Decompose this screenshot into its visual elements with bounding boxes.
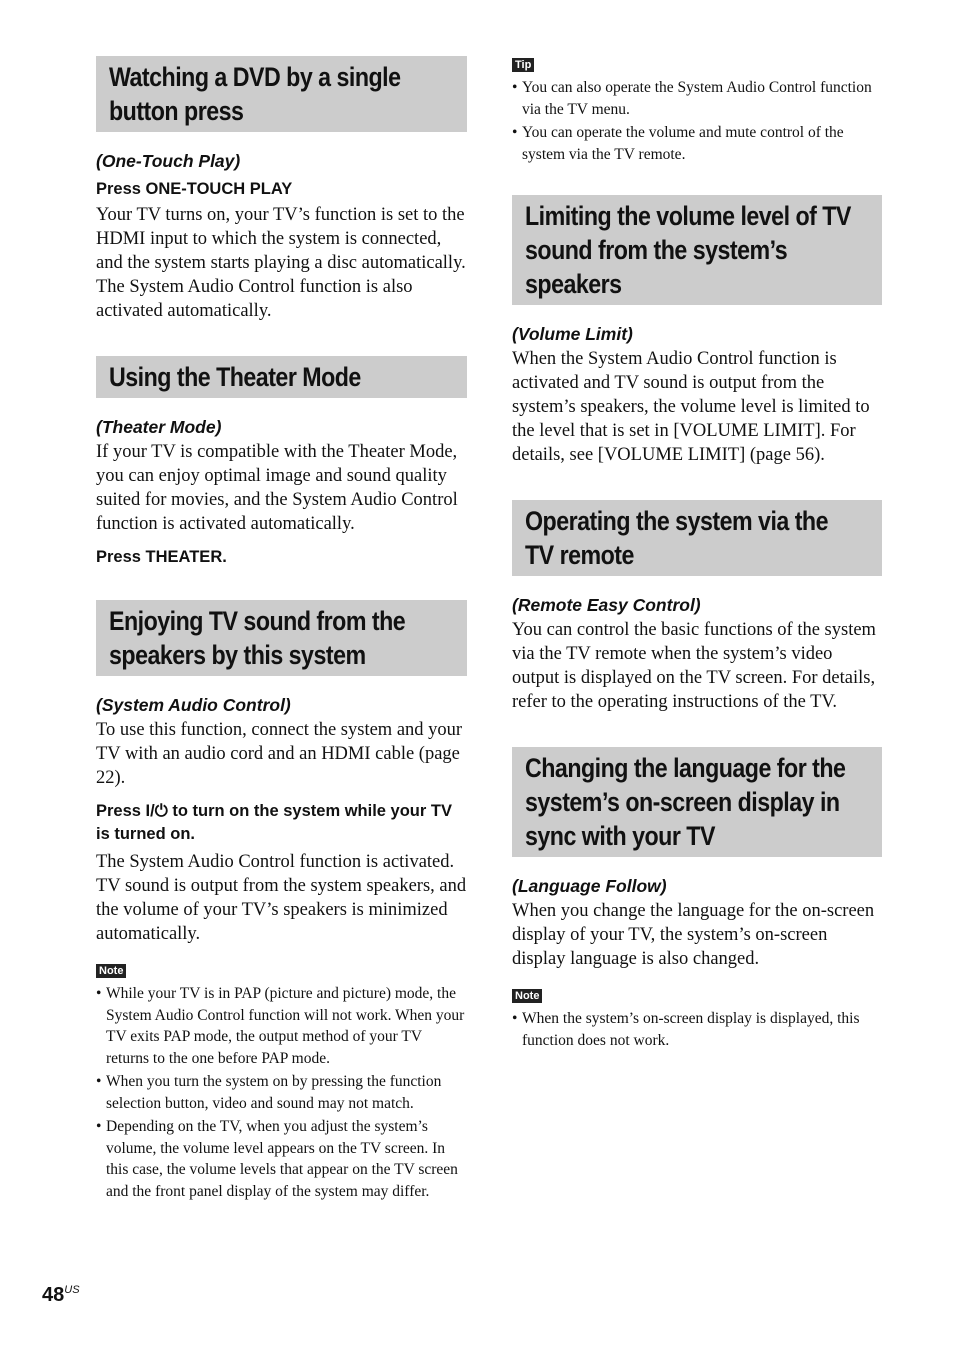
heading-line: TV remote <box>525 540 634 570</box>
tip-item: • You can operate the volume and mute con… <box>512 122 882 165</box>
heading-line: button press <box>109 96 244 126</box>
page-number-value: 48 <box>42 1284 65 1306</box>
note-label: Note <box>96 964 127 978</box>
tip-item: • You can also operate the System Audio C… <box>512 77 882 120</box>
instruction-theater: Press THEATER. <box>96 548 227 566</box>
heading-line: Limiting the volume level of TV <box>525 201 851 231</box>
tip-text: You can operate the volume and mute cont… <box>522 124 844 163</box>
left-column: Watching a DVD by a single button press … <box>96 56 467 1204</box>
tip-text: You can also operate the System Audio Co… <box>522 79 872 118</box>
bullet-icon: • <box>512 124 518 141</box>
heading-line: speakers by this system <box>109 640 366 670</box>
subtitle-remote-easy-control: (Remote Easy Control) <box>512 595 701 615</box>
bullet-icon: • <box>512 1010 518 1027</box>
section-heading-system-audio-control: Enjoying TV sound from the speakers by t… <box>96 600 467 676</box>
note-item: • When you turn the system on by pressing… <box>96 1071 467 1114</box>
instruction-one-touch-play: Press ONE-TOUCH PLAY <box>96 180 293 198</box>
note-list: • While your TV is in PAP (picture and pi… <box>96 983 467 1202</box>
body-text: Your TV turns on, your TV’s function is … <box>96 203 467 323</box>
heading-line: sync with your TV <box>525 821 715 851</box>
section-heading-theater-mode: Using the Theater Mode <box>96 356 467 398</box>
body-text: You can control the basic functions of t… <box>512 620 876 712</box>
power-icon: I/⏻ <box>145 802 168 820</box>
note-label: Note <box>512 989 543 1003</box>
subtitle-volume-limit: (Volume Limit) <box>512 324 633 344</box>
heading-line: sound from the system’s <box>525 235 788 265</box>
bullet-icon: • <box>512 79 518 96</box>
subtitle-one-touch-play: (One-Touch Play) <box>96 151 241 171</box>
note-text: While your TV is in PAP (picture and pic… <box>106 985 465 1067</box>
section-heading-volume-limit: Limiting the volume level of TV sound fr… <box>512 195 882 305</box>
body-text: To use this function, connect the system… <box>96 720 463 788</box>
body-paragraph: Your TV turns on, your TV’s function is … <box>96 205 466 273</box>
note-text: Depending on the TV, when you adjust the… <box>106 1118 458 1200</box>
body-text: When the System Audio Control function i… <box>512 349 870 465</box>
note-text: When you turn the system on by pressing … <box>106 1073 442 1112</box>
section-heading-remote-easy-control: Operating the system via the TV remote <box>512 500 882 576</box>
page-number: 48US <box>42 1284 80 1307</box>
page-region-suffix: US <box>64 1284 80 1296</box>
heading-line: Changing the language for the <box>525 753 846 783</box>
bullet-icon: • <box>96 985 102 1002</box>
note-list: • When the system’s on-screen display is … <box>512 1008 882 1051</box>
instruction-text: Press <box>96 802 146 820</box>
section-heading-language-follow: Changing the language for the system’s o… <box>512 747 882 857</box>
tip-list: • You can also operate the System Audio C… <box>512 77 882 165</box>
heading-line: Watching a DVD by a single <box>109 62 401 92</box>
subtitle-language-follow: (Language Follow) <box>512 876 667 896</box>
body-paragraph: The System Audio Control function is als… <box>96 277 413 321</box>
right-column: Tip • You can also operate the System Aud… <box>512 44 882 1053</box>
note-item: • While your TV is in PAP (picture and pi… <box>96 983 467 1069</box>
bullet-icon: • <box>96 1118 102 1135</box>
note-item: • Depending on the TV, when you adjust th… <box>96 1116 467 1202</box>
heading-line: Using the Theater Mode <box>109 362 361 392</box>
heading-line: Operating the system via the <box>525 506 829 536</box>
instruction-power-on: Press I/⏻ to turn on the system while yo… <box>96 800 467 846</box>
body-text: When you change the language for the on-… <box>512 901 875 969</box>
bullet-icon: • <box>96 1073 102 1090</box>
subtitle-theater-mode: (Theater Mode) <box>96 417 222 437</box>
note-text: When the system’s on-screen display is d… <box>522 1010 860 1049</box>
heading-line: system’s on-screen display in <box>525 787 840 817</box>
section-heading-one-touch-play: Watching a DVD by a single button press <box>96 56 467 132</box>
heading-line: Enjoying TV sound from the <box>109 606 406 636</box>
note-item: • When the system’s on-screen display is … <box>512 1008 882 1051</box>
heading-line: speakers <box>525 269 622 299</box>
subtitle-system-audio-control: (System Audio Control) <box>96 695 291 715</box>
body-text: If your TV is compatible with the Theate… <box>96 442 458 534</box>
body-text: The System Audio Control function is act… <box>96 852 467 944</box>
tip-label: Tip <box>512 58 535 72</box>
